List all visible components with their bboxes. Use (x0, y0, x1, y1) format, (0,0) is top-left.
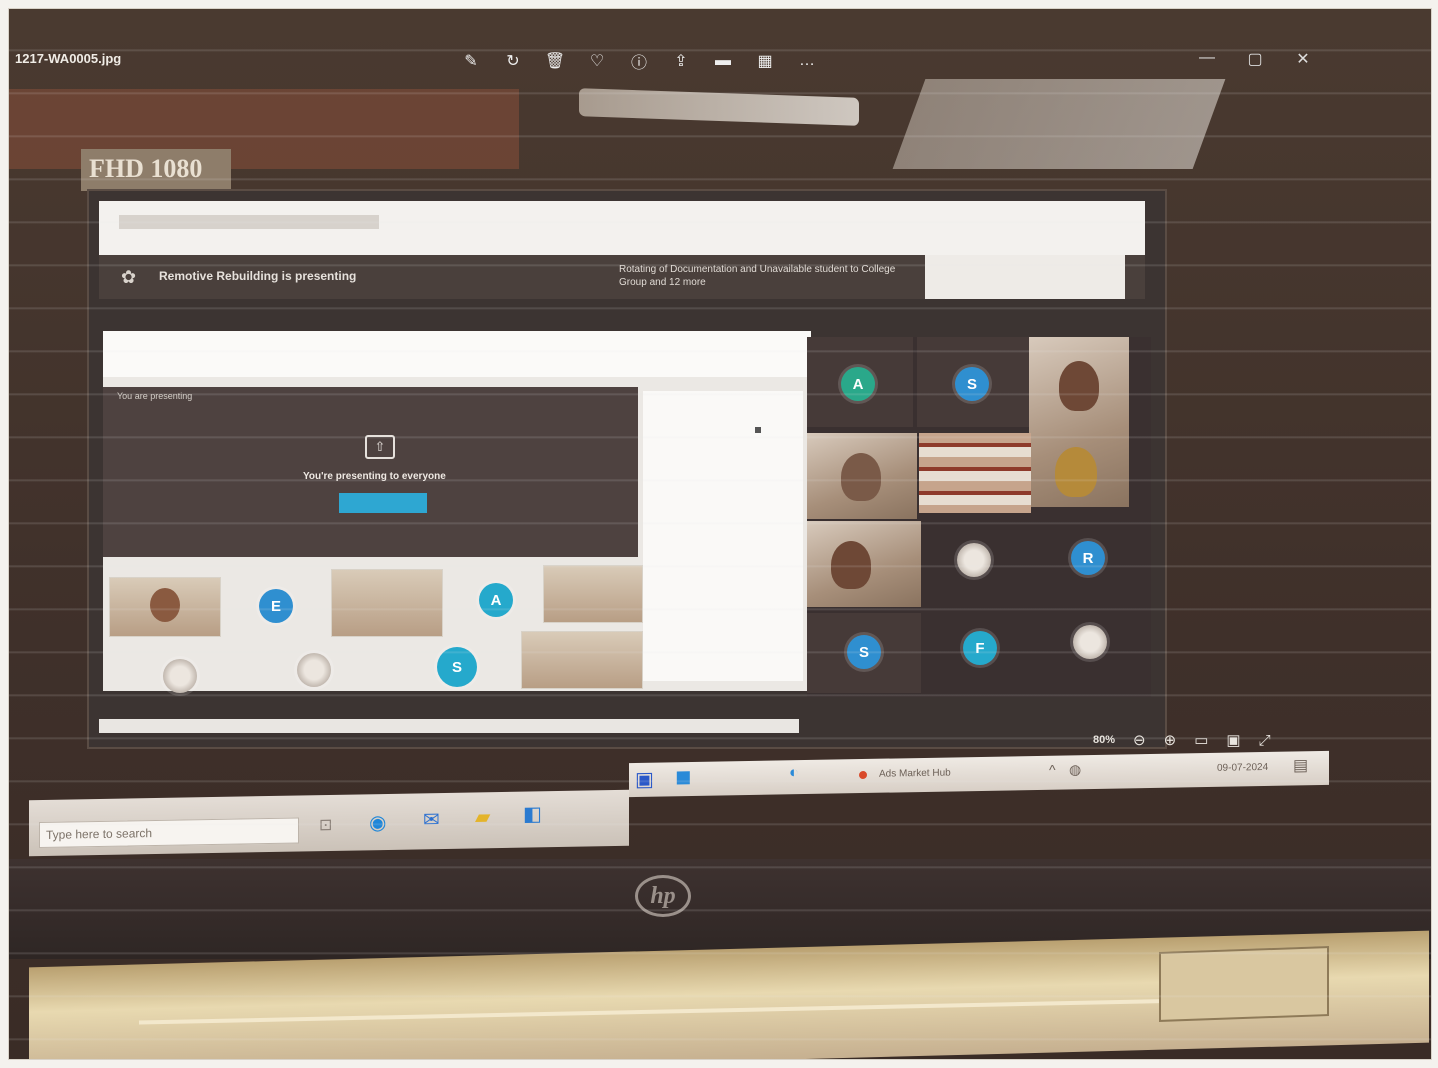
participant-grid: A S R S F (807, 337, 1151, 697)
monitor-label: FHD 1080 (81, 149, 231, 191)
zoom-in-icon[interactable]: ⊕ (1164, 731, 1177, 749)
browser-tab[interactable] (119, 215, 379, 229)
tray-label: Ads Market Hub (879, 767, 951, 780)
participant-video[interactable] (919, 433, 1031, 513)
meeting-side-panel (925, 255, 1125, 299)
participant-avatar: S (847, 635, 881, 669)
hp-logo: hp (635, 875, 691, 917)
participant-avatar[interactable]: E (259, 589, 293, 623)
mail-app-icon[interactable]: ✉ (423, 807, 440, 832)
zoom-level: 80% (1093, 734, 1116, 746)
participant-avatar-photo[interactable] (1073, 625, 1107, 659)
participant-video[interactable] (807, 521, 921, 607)
participant-face (831, 541, 871, 589)
window-controls: — ▢ ✕ (1197, 49, 1313, 69)
meeting-bottom-bar (99, 719, 799, 733)
fit-screen-icon[interactable]: ▭ (1194, 731, 1208, 749)
edit-icon[interactable]: ✎ (459, 49, 483, 73)
present-screen-icon: ⇧ (365, 435, 395, 459)
meeting-header: ✿ Remotive Rebuilding is presenting Rota… (99, 255, 1145, 299)
ceiling-light-reflection (892, 79, 1226, 169)
delete-icon[interactable]: 🗑 (543, 49, 567, 73)
participant-avatar-photo[interactable] (957, 543, 991, 577)
taskbar-tray-area: ▣ ◼ ◐ Ads Market Hub ^ ◍ 09-07-2024 ▤ (629, 750, 1329, 798)
participant-avatar: A (841, 367, 875, 401)
close-button[interactable]: ✕ (1293, 49, 1313, 69)
taskbar-date: 09-07-2024 (1217, 761, 1269, 774)
close-icon[interactable] (755, 427, 761, 433)
meeting-notice: Rotating of Documentation and Unavailabl… (619, 264, 896, 288)
stop-presenting-button[interactable] (339, 493, 427, 513)
taskbar-search-input[interactable]: Type here to search (39, 817, 299, 849)
participant-avatar-photo[interactable] (163, 659, 197, 693)
participant-tile[interactable]: S (917, 337, 1029, 427)
participant-avatar[interactable]: F (963, 631, 997, 665)
word-app-icon[interactable]: ▣ (635, 767, 654, 792)
participant-tile[interactable]: A (807, 337, 913, 427)
meeting-logo-icon: ✿ (121, 267, 137, 287)
participant-face (1059, 361, 1099, 411)
participant-avatar[interactable]: A (479, 583, 513, 617)
presenting-message: You're presenting to everyone (303, 471, 446, 482)
browser-app-icon[interactable]: ◉ (369, 810, 386, 835)
ceiling-light (579, 88, 859, 126)
participant-tile[interactable]: S (807, 613, 921, 693)
minimize-button[interactable]: — (1197, 49, 1217, 69)
share-icon[interactable]: ⇪ (669, 49, 693, 73)
participant-tile[interactable] (543, 565, 643, 623)
monitor-screen: ✿ Remotive Rebuilding is presenting Rota… (87, 189, 1167, 749)
participant-face (1055, 447, 1097, 497)
task-view-icon[interactable]: ⊡ (319, 815, 332, 835)
participant-avatar: S (955, 367, 989, 401)
rotate-icon[interactable]: ↻ (501, 49, 525, 73)
photo-viewer-toolbar: 1217-WA0005.jpg ✎ ↻ 🗑 ♡ ⓘ ⇪ ▬ ▦ … — ▢ ✕ (9, 39, 1431, 89)
browser-top-bar (99, 201, 1145, 255)
scanned-photo: 1217-WA0005.jpg ✎ ↻ 🗑 ♡ ⓘ ⇪ ▬ ▦ … — ▢ ✕ … (8, 8, 1432, 1060)
slideshow-icon[interactable]: ▣ (1226, 731, 1240, 749)
participant-tile[interactable] (331, 569, 443, 637)
edge-app-icon[interactable]: ◐ (789, 764, 799, 782)
participant-face (841, 453, 881, 501)
more-icon[interactable]: … (795, 49, 819, 73)
presenting-panel: You are presenting ⇧ You're presenting t… (103, 387, 638, 557)
participant-tile[interactable] (109, 577, 221, 637)
shared-screen: You are presenting ⇧ You're presenting t… (103, 331, 811, 693)
presenting-label: You are presenting (117, 391, 193, 401)
notifications-icon[interactable]: ▤ (1293, 755, 1308, 775)
network-icon[interactable]: ◍ (1069, 761, 1081, 778)
viewer-tools: ✎ ↻ 🗑 ♡ ⓘ ⇪ ▬ ▦ … (459, 49, 819, 73)
fullscreen-icon[interactable]: ⤢ (1259, 732, 1271, 749)
viewer-filename: 1217-WA0005.jpg (15, 51, 122, 66)
hinge-notch (1159, 946, 1329, 1022)
shared-side-panel (643, 391, 803, 681)
folder-icon[interactable]: ▬ (711, 49, 735, 73)
participant-video[interactable] (807, 433, 917, 519)
store-icon[interactable]: ◧ (523, 801, 542, 826)
info-icon[interactable]: ⓘ (627, 49, 651, 73)
store-app-icon[interactable]: ◼ (675, 764, 692, 789)
shared-browser-bar (103, 331, 811, 377)
notification-dot (859, 770, 867, 780)
maximize-button[interactable]: ▢ (1245, 49, 1265, 69)
viewer-zoom-controls: 80% ⊖ ⊕ ▭ ▣ ⤢ (1093, 731, 1271, 750)
participant-video[interactable] (1029, 337, 1129, 507)
participant-avatar[interactable]: S (437, 647, 477, 687)
participant-face (150, 588, 180, 622)
participant-avatar-photo[interactable] (297, 653, 331, 687)
meeting-presenter-title: Remotive Rebuilding is presenting (159, 269, 357, 283)
print-icon[interactable]: ▦ (753, 49, 777, 73)
file-explorer-icon[interactable]: ▰ (475, 804, 490, 829)
taskbar-left: Type here to search ⊡ ◉ ✉ ▰ ◧ (29, 789, 629, 857)
chevron-up-icon[interactable]: ^ (1049, 762, 1056, 778)
participant-avatar[interactable]: R (1071, 541, 1105, 575)
participant-tile[interactable] (521, 631, 643, 689)
zoom-out-icon[interactable]: ⊖ (1133, 731, 1146, 749)
favorite-icon[interactable]: ♡ (585, 49, 609, 73)
